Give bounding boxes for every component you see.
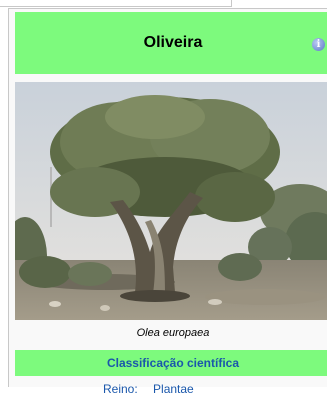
kingdom-label[interactable]: Reino: bbox=[103, 382, 138, 396]
top-divider bbox=[0, 0, 232, 7]
taxobox: Oliveira i Olea europaea Classificação c… bbox=[8, 8, 327, 396]
info-icon[interactable]: i bbox=[312, 38, 325, 51]
classification-link[interactable]: Classificação científica bbox=[107, 356, 239, 370]
image-caption: Olea europaea bbox=[136, 327, 210, 339]
top-divider-tick bbox=[231, 0, 232, 6]
olive-tree-photo[interactable] bbox=[15, 82, 327, 320]
infobox-title: Oliveira bbox=[143, 34, 203, 51]
taxonomy-row-kingdom: Reino: Plantae bbox=[103, 382, 194, 396]
classification-header: Classificação científica bbox=[15, 350, 327, 376]
title-bar: Oliveira i bbox=[15, 12, 327, 74]
kingdom-value[interactable]: Plantae bbox=[153, 382, 194, 396]
